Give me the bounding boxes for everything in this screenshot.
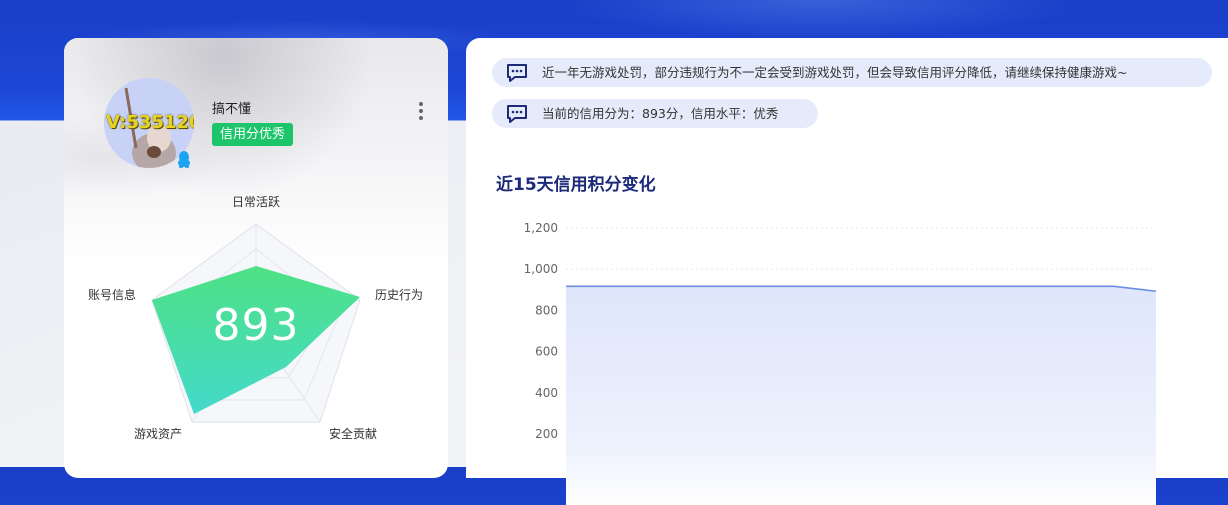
more-options-icon[interactable] — [416, 100, 426, 122]
vip-level-text: V:535120 — [106, 112, 194, 133]
radar-label-assets: 游戏资产 — [134, 425, 182, 442]
username: 搞不懂 — [212, 98, 251, 117]
credit-level-badge: 信用分优秀 — [212, 123, 293, 146]
credit-trend-chart: 1,200 1,000 800 600 400 200 — [466, 208, 1206, 505]
profile-card: V:535120 搞不懂 信用分优秀 — [64, 38, 448, 478]
radar-label-security: 安全贡献 — [329, 425, 377, 442]
notice-score: 当前的信用分为：893分，信用水平：优秀 — [492, 99, 818, 128]
y-tick-label: 1,000 — [524, 262, 558, 276]
message-icon — [506, 63, 528, 83]
notice-score-text: 当前的信用分为：893分，信用水平：优秀 — [542, 99, 778, 128]
y-tick-label: 1,200 — [524, 221, 558, 235]
radar-label-account: 账号信息 — [88, 286, 136, 303]
y-tick-label: 800 — [535, 303, 558, 317]
y-tick-label: 200 — [535, 427, 558, 441]
radar-label-daily: 日常活跃 — [232, 193, 280, 210]
y-tick-label: 600 — [535, 345, 558, 359]
notice-penalty: 近一年无游戏处罚，部分违规行为不一定会受到游戏处罚，但会导致信用评分降低，请继续… — [492, 58, 1212, 87]
credit-score-value: 893 — [204, 300, 308, 351]
qq-icon — [176, 150, 192, 168]
chart-title: 近15天信用积分变化 — [496, 170, 656, 195]
radar-label-history: 历史行为 — [375, 286, 423, 303]
credit-detail-card: 近一年无游戏处罚，部分违规行为不一定会受到游戏处罚，但会导致信用评分降低，请继续… — [466, 38, 1228, 478]
y-tick-label: 400 — [535, 386, 558, 400]
message-icon — [506, 104, 528, 124]
chart-area-fill — [566, 286, 1156, 505]
avatar[interactable]: V:535120 — [104, 78, 194, 168]
notice-penalty-text: 近一年无游戏处罚，部分违规行为不一定会受到游戏处罚，但会导致信用评分降低，请继续… — [542, 58, 1127, 87]
